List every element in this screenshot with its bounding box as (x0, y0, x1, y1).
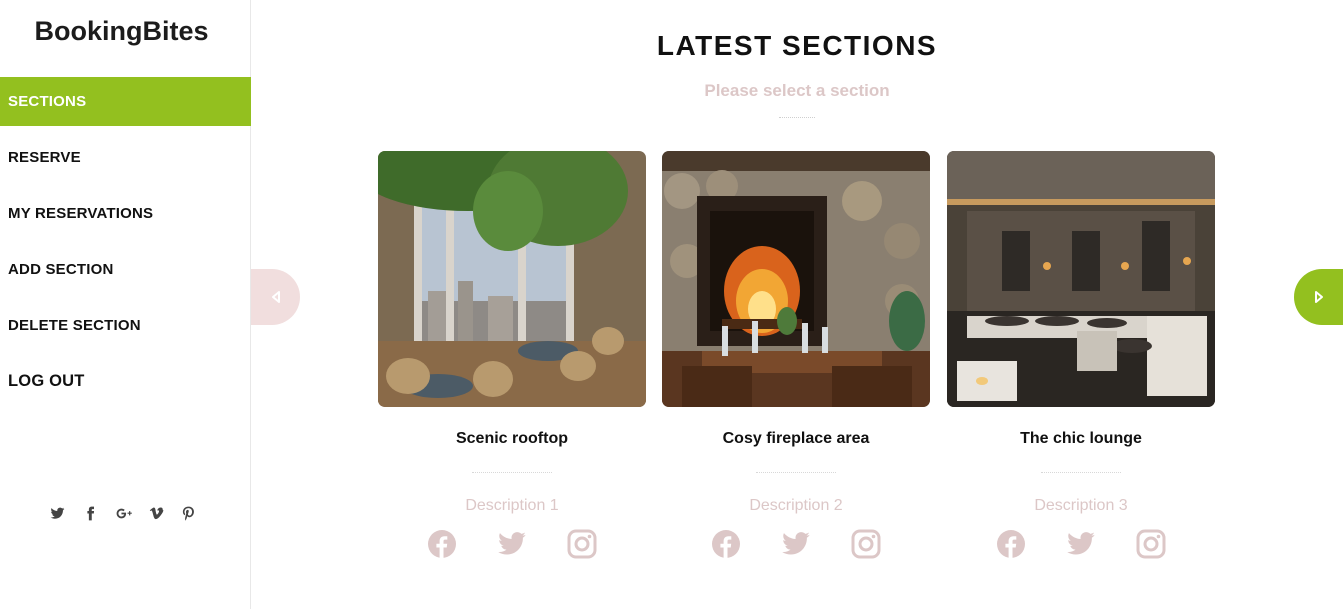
nav-item-add-section[interactable]: ADD SECTION (0, 245, 251, 294)
rooftop-terrace-photo[interactable] (378, 151, 646, 407)
card-divider (1041, 472, 1121, 473)
card-social-links (662, 529, 930, 559)
section-card[interactable]: Scenic rooftop Description 1 (378, 151, 646, 559)
section-title[interactable]: Scenic rooftop (378, 430, 646, 448)
instagram-icon[interactable] (851, 529, 881, 559)
card-divider (756, 472, 836, 473)
carousel-prev-button[interactable] (251, 269, 300, 325)
sidebar-nav: SECTIONS RESERVE MY RESERVATIONS ADD SEC… (0, 77, 251, 413)
facebook-icon[interactable] (83, 506, 98, 523)
twitter-icon[interactable] (1066, 529, 1096, 559)
facebook-icon[interactable] (996, 529, 1026, 559)
chevron-right-icon (1314, 291, 1323, 303)
twitter-icon[interactable] (781, 529, 811, 559)
twitter-icon[interactable] (497, 529, 527, 559)
sidebar: BookingBites SECTIONS RESERVE MY RESERVA… (0, 0, 251, 609)
fireplace-dining-photo[interactable] (662, 151, 930, 407)
section-card[interactable]: Cosy fireplace area Description 2 (662, 151, 930, 559)
section-card[interactable]: The chic lounge Description 3 (947, 151, 1215, 559)
facebook-icon[interactable] (711, 529, 741, 559)
instagram-icon[interactable] (567, 529, 597, 559)
nav-item-delete-section[interactable]: DELETE SECTION (0, 301, 251, 350)
card-social-links (947, 529, 1215, 559)
brand-logo[interactable]: BookingBites (0, 16, 243, 47)
nav-item-reserve[interactable]: RESERVE (0, 133, 251, 182)
sidebar-social-links (50, 506, 197, 523)
google-plus-icon[interactable] (116, 506, 132, 523)
section-description: Description 1 (465, 497, 559, 514)
card-divider (472, 472, 552, 473)
vimeo-icon[interactable] (149, 506, 164, 523)
card-social-links (378, 529, 646, 559)
carousel-next-button[interactable] (1294, 269, 1343, 325)
page-subtitle: Please select a section (704, 81, 890, 100)
facebook-icon[interactable] (427, 529, 457, 559)
instagram-icon[interactable] (1136, 529, 1166, 559)
pinterest-icon[interactable] (182, 506, 197, 523)
chevron-left-icon (271, 291, 280, 303)
nav-item-log-out[interactable]: LOG OUT (0, 357, 251, 406)
section-title[interactable]: Cosy fireplace area (662, 430, 930, 448)
section-title[interactable]: The chic lounge (947, 430, 1215, 448)
twitter-icon[interactable] (50, 506, 65, 523)
nav-item-my-reservations[interactable]: MY RESERVATIONS (0, 189, 251, 238)
main-content: LATEST SECTIONS Please select a section (251, 0, 1343, 609)
section-description: Description 3 (1034, 497, 1128, 514)
title-divider (779, 117, 815, 118)
lounge-interior-photo[interactable] (947, 151, 1215, 407)
section-description: Description 2 (749, 497, 843, 514)
page-title: LATEST SECTIONS (656, 30, 938, 61)
nav-item-sections[interactable]: SECTIONS (0, 77, 251, 126)
